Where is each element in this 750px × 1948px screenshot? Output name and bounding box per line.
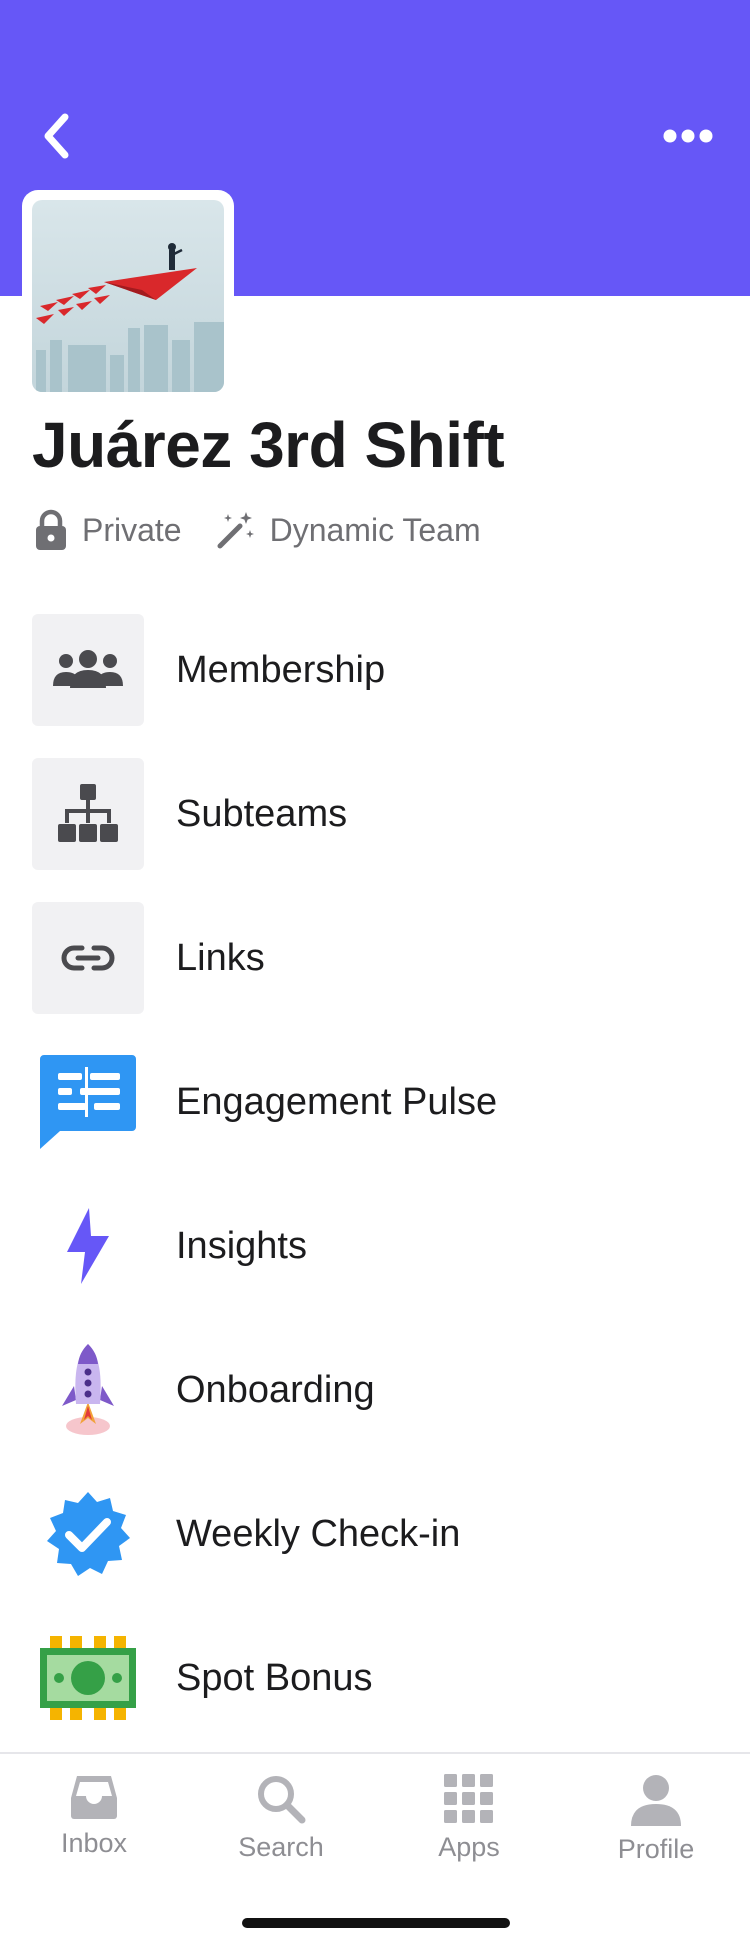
tab-label: Search	[238, 1832, 324, 1862]
menu-item-label: Links	[176, 936, 265, 979]
team-meta-row: Private Dynamic Team	[34, 504, 515, 556]
tab-label: Profile	[617, 1834, 695, 1864]
tab-profile[interactable]: Profile	[562, 1754, 750, 1874]
privacy-label: Private	[82, 511, 182, 548]
inbox-icon	[71, 1776, 117, 1819]
org-chart-icon	[32, 758, 144, 870]
rocket-icon	[32, 1334, 144, 1446]
search-icon	[258, 1776, 306, 1824]
menu-item-label: Spot Bonus	[176, 1656, 373, 1699]
team-type-label: Dynamic Team	[269, 511, 481, 548]
verified-badge-icon	[32, 1478, 144, 1590]
menu-item-onboarding[interactable]: Onboarding	[32, 1318, 732, 1462]
menu-item-label: Weekly Check-in	[176, 1512, 461, 1555]
link-icon	[32, 902, 144, 1014]
money-bill-icon	[32, 1622, 144, 1734]
menu-item-label: Onboarding	[176, 1368, 375, 1411]
person-icon	[631, 1775, 681, 1826]
menu-item-engagement-pulse[interactable]: Engagement Pulse	[32, 1030, 732, 1174]
tab-search[interactable]: Search	[187, 1754, 375, 1874]
menu-item-weekly-check-in[interactable]: Weekly Check-in	[32, 1462, 732, 1606]
menu-item-label: Membership	[176, 648, 386, 691]
menu-item-subteams[interactable]: Subteams	[32, 742, 732, 886]
magic-wand-icon	[217, 512, 254, 549]
team-avatar-frame	[22, 190, 234, 396]
menu-item-spot-bonus[interactable]: Spot Bonus	[32, 1606, 732, 1750]
tab-label: Inbox	[60, 1828, 128, 1858]
engagement-pulse-icon	[32, 1046, 144, 1158]
team-avatar-image	[32, 200, 224, 392]
menu-item-insights[interactable]: Insights	[32, 1174, 732, 1318]
people-icon	[32, 614, 144, 726]
more-options-button[interactable]	[652, 112, 724, 160]
ellipsis-icon	[663, 129, 713, 143]
home-indicator	[242, 1918, 510, 1928]
team-name-title: Juárez 3rd Shift	[32, 409, 505, 481]
tab-apps[interactable]: Apps	[375, 1754, 563, 1874]
tab-inbox[interactable]: Inbox	[0, 1754, 188, 1874]
tab-label: Apps	[438, 1832, 500, 1862]
chevron-left-icon	[44, 113, 69, 159]
menu-item-label: Engagement Pulse	[176, 1080, 498, 1123]
team-type-indicator: Dynamic Team	[216, 510, 481, 550]
lightning-icon	[32, 1190, 144, 1302]
menu-item-label: Subteams	[176, 792, 348, 835]
team-menu-list: Membership Subteams Links Engagement Pul…	[32, 598, 732, 1750]
apps-grid-icon	[444, 1774, 493, 1823]
back-button[interactable]	[30, 106, 82, 166]
menu-item-links[interactable]: Links	[32, 886, 732, 1030]
lock-icon	[36, 509, 66, 550]
menu-item-label: Insights	[176, 1224, 307, 1267]
privacy-indicator: Private	[34, 509, 182, 551]
menu-item-membership[interactable]: Membership	[32, 598, 732, 742]
